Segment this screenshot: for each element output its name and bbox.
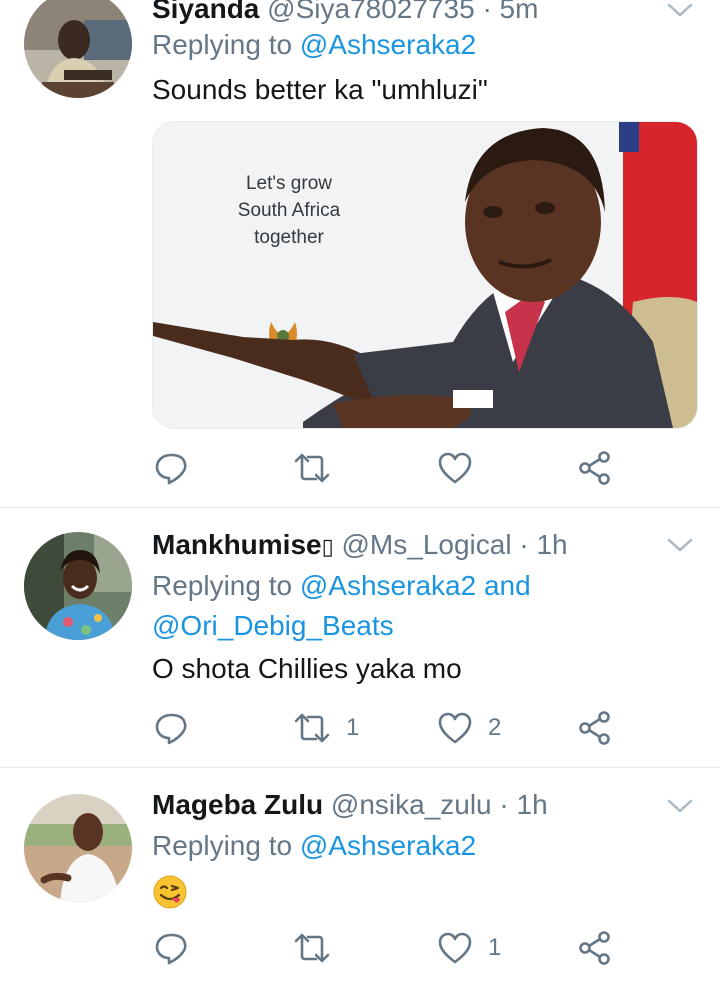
separator: · bbox=[499, 789, 509, 820]
user-handle[interactable]: @nsika_zulu bbox=[331, 789, 492, 820]
tweet-feed: Siyanda @Siya78027735 · 5m Replying to @… bbox=[0, 0, 720, 988]
replying-prefix: Replying to bbox=[152, 29, 293, 60]
retweet-count: 1 bbox=[346, 714, 360, 741]
timestamp[interactable]: 1h bbox=[517, 789, 548, 820]
reply-button[interactable] bbox=[152, 448, 204, 488]
mention-link[interactable]: @Ashseraka2 bbox=[300, 830, 476, 861]
like-icon bbox=[438, 712, 472, 744]
tweet-media-image[interactable]: Let's grow South Africa together bbox=[152, 121, 698, 429]
replying-to: Replying to @Ashseraka2 bbox=[152, 25, 476, 65]
share-icon bbox=[579, 711, 610, 745]
replying-to: Replying to @Ashseraka2 and @Ori_Debig_B… bbox=[152, 566, 582, 646]
like-button[interactable] bbox=[436, 448, 488, 488]
poster-line: South Africa bbox=[237, 200, 341, 221]
mention-link[interactable]: @Ori_Debig_Beats bbox=[152, 610, 394, 641]
retweet-button[interactable] bbox=[292, 928, 346, 968]
tweet-text: O shota Chillies yaka mo bbox=[152, 653, 462, 684]
tweet-header: Mageba Zulu @nsika_zulu · 1h bbox=[152, 788, 548, 822]
like-button[interactable]: 2 bbox=[436, 708, 501, 748]
poster-text: Let's grow South Africa together bbox=[219, 170, 359, 251]
like-count: 2 bbox=[488, 714, 502, 741]
like-button[interactable]: 1 bbox=[436, 928, 501, 968]
share-button[interactable] bbox=[578, 928, 612, 968]
separator: · bbox=[482, 0, 492, 24]
reply-button[interactable] bbox=[152, 708, 204, 748]
mention-conjunction: and bbox=[483, 570, 531, 601]
avatar[interactable] bbox=[24, 0, 132, 98]
share-button[interactable] bbox=[578, 708, 612, 748]
user-handle[interactable]: @Siya78027735 bbox=[267, 0, 474, 24]
user-handle[interactable]: @Ms_Logical bbox=[342, 529, 512, 560]
timestamp[interactable]: 1h bbox=[536, 529, 567, 560]
mention-link[interactable]: @Ashseraka2 bbox=[300, 570, 476, 601]
replying-to: Replying to @Ashseraka2 bbox=[152, 826, 476, 866]
display-name[interactable]: Mageba Zulu bbox=[152, 789, 323, 820]
tweet-actions bbox=[152, 448, 632, 488]
share-icon bbox=[579, 451, 610, 485]
share-button[interactable] bbox=[578, 448, 612, 488]
reply-icon bbox=[155, 713, 187, 745]
display-name-text: Mankhumise bbox=[152, 529, 322, 560]
tweet-actions: 1 bbox=[152, 928, 632, 968]
share-icon bbox=[579, 931, 610, 965]
avatar[interactable] bbox=[24, 532, 132, 640]
name-emoji: ▯ bbox=[321, 534, 334, 559]
reply-icon bbox=[155, 933, 187, 965]
like-icon bbox=[438, 452, 472, 484]
retweet-icon bbox=[294, 453, 330, 483]
reply-button[interactable] bbox=[152, 928, 204, 968]
mention-link[interactable]: @Ashseraka2 bbox=[300, 29, 476, 60]
timestamp[interactable]: 5m bbox=[500, 0, 539, 24]
replying-prefix: Replying to bbox=[152, 830, 293, 861]
retweet-button[interactable] bbox=[292, 448, 346, 488]
retweet-icon bbox=[294, 713, 330, 743]
like-icon bbox=[438, 932, 472, 964]
tweet[interactable]: Mageba Zulu @nsika_zulu · 1h Replying to… bbox=[0, 768, 720, 988]
tweet-text: Sounds better ka "umhluzi" bbox=[152, 74, 488, 105]
like-count: 1 bbox=[488, 934, 502, 961]
face-savoring-food-emoji bbox=[153, 875, 187, 909]
tweet[interactable]: Siyanda @Siya78027735 · 5m Replying to @… bbox=[0, 0, 720, 508]
retweet-icon bbox=[294, 933, 330, 963]
chevron-down-icon[interactable] bbox=[666, 0, 694, 20]
tweet-header: Mankhumise▯ @Ms_Logical · 1h bbox=[152, 528, 568, 564]
poster-line: Let's grow bbox=[245, 173, 332, 194]
tweet[interactable]: Mankhumise▯ @Ms_Logical · 1h Replying to… bbox=[0, 507, 720, 768]
display-name[interactable]: Mankhumise▯ bbox=[152, 529, 334, 560]
avatar[interactable] bbox=[24, 794, 132, 902]
poster-line: together bbox=[254, 227, 324, 248]
replying-prefix: Replying to bbox=[152, 570, 293, 601]
chevron-down-icon[interactable] bbox=[666, 535, 694, 555]
separator: · bbox=[519, 529, 529, 560]
chevron-down-icon[interactable] bbox=[666, 796, 694, 816]
tweet-header: Siyanda @Siya78027735 · 5m bbox=[152, 0, 538, 26]
reply-icon bbox=[155, 453, 187, 485]
retweet-button[interactable]: 1 bbox=[292, 708, 359, 748]
tweet-actions: 1 2 bbox=[152, 708, 632, 748]
display-name[interactable]: Siyanda bbox=[152, 0, 259, 24]
